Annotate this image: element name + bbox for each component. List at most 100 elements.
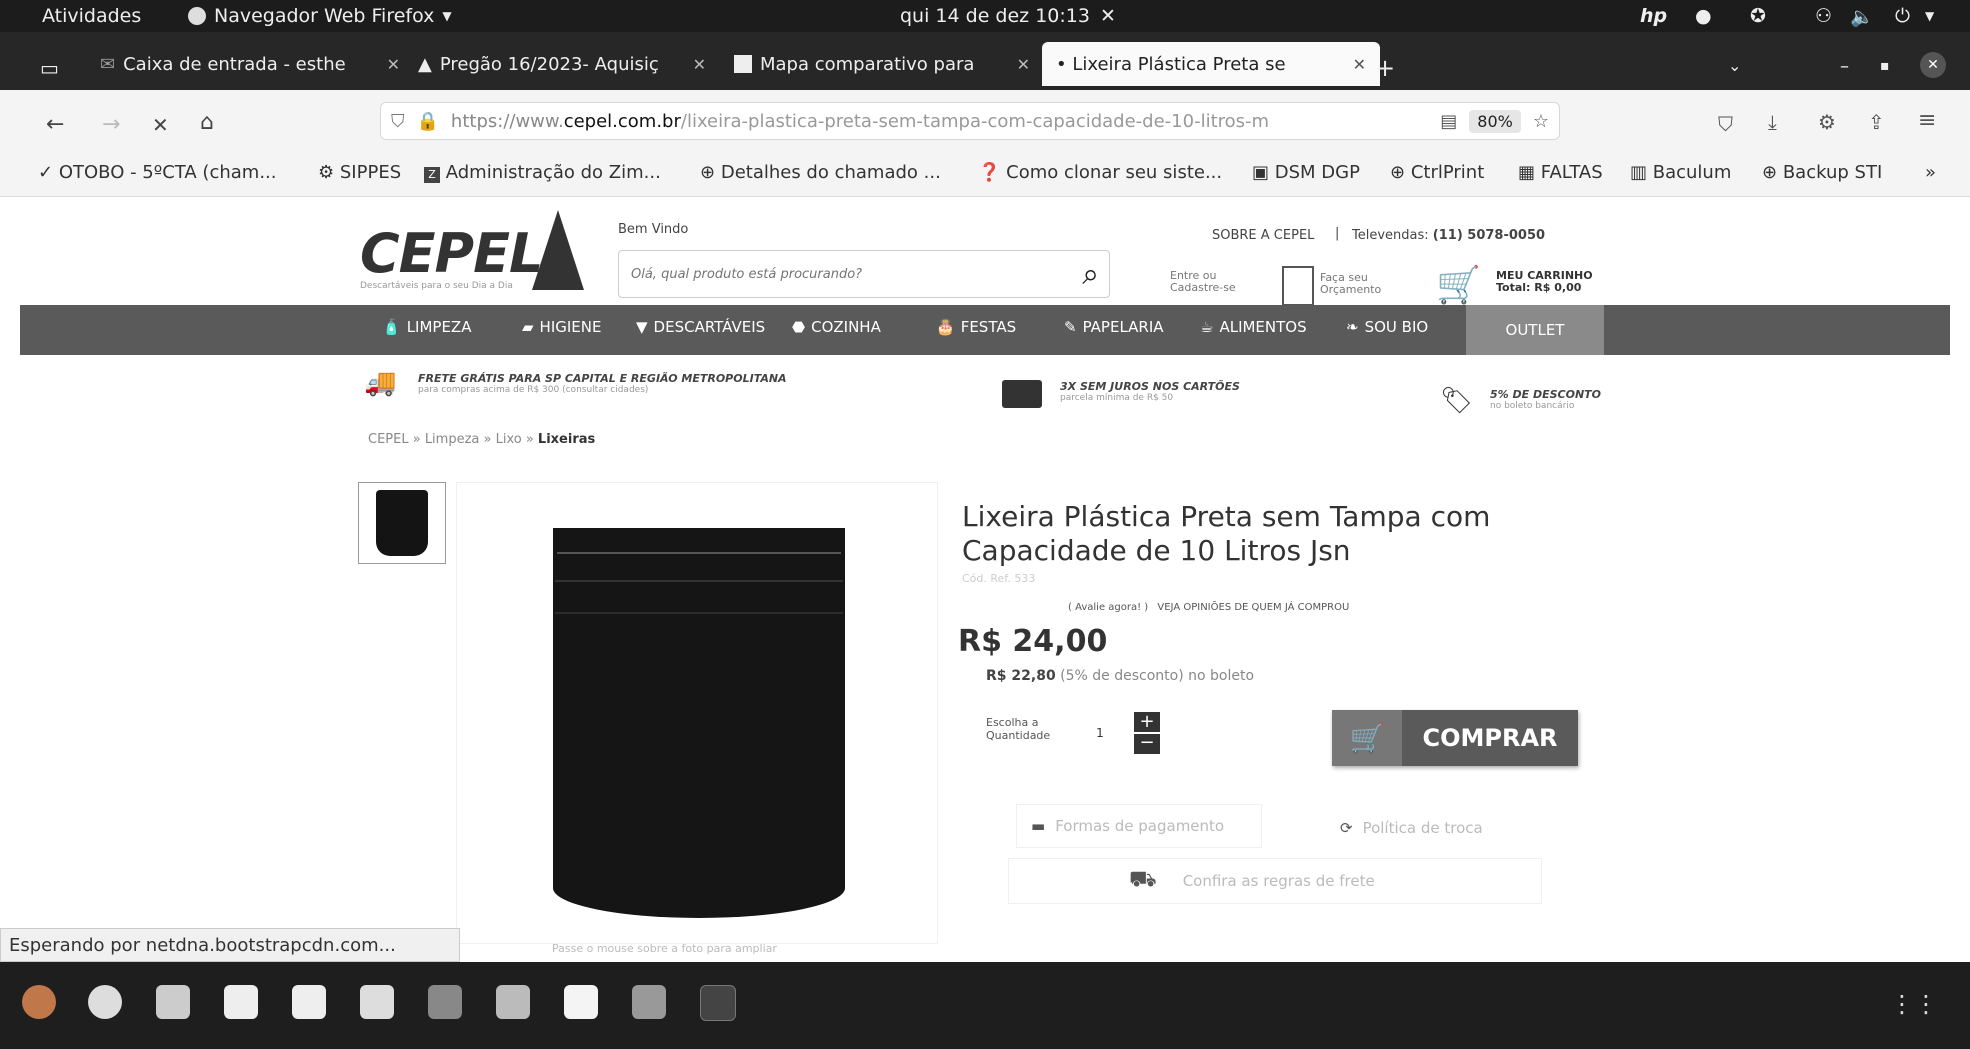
cart-icon[interactable]: 🛒 <box>1436 264 1481 306</box>
hp-tray-icon[interactable]: hp <box>1640 5 1667 27</box>
bookmark-item[interactable]: ▦ FALTAS <box>1518 162 1603 183</box>
search-input[interactable] <box>629 265 1083 283</box>
tab-overflow-chevron-icon[interactable]: ⌄ <box>1728 56 1741 75</box>
bookmarks-overflow-icon[interactable]: » <box>1925 162 1936 183</box>
search-box[interactable]: ⌕ <box>618 250 1110 298</box>
close-tab-icon[interactable]: ✕ <box>693 55 706 74</box>
terminal-dock-icon[interactable] <box>700 985 736 1021</box>
zoom-level[interactable]: 80% <box>1469 109 1521 133</box>
bookmark-star-icon[interactable]: ☆ <box>1533 111 1549 132</box>
bookmark-item[interactable]: ✓ OTOBO - 5ºCTA (cham... <box>38 162 277 183</box>
rewards-tray-icon[interactable]: ✪ <box>1750 5 1766 27</box>
product-thumbnail[interactable] <box>358 482 446 564</box>
tab-inbox[interactable]: ✉ Caixa de entrada - esthe ✕ <box>100 42 400 86</box>
quantity-input[interactable]: 1 <box>1086 720 1114 746</box>
app-menu[interactable]: Navegador Web Firefox ▼ <box>188 5 452 27</box>
home-icon[interactable]: ⌂ <box>200 110 214 135</box>
downloads-icon[interactable]: ⤓ <box>1768 110 1777 134</box>
nav-outlet[interactable]: OUTLET <box>1466 305 1604 355</box>
calculator-icon[interactable] <box>1282 266 1314 306</box>
product-image-frame[interactable] <box>456 482 938 944</box>
bookmark-item[interactable]: ▣ DSM DGP <box>1252 162 1360 183</box>
login-link[interactable]: Entre ou Cadastre-se <box>1170 269 1240 294</box>
maximize-icon[interactable]: ▪ <box>1880 58 1890 74</box>
clock[interactable]: qui 14 de dez 10:13 <box>900 5 1090 27</box>
close-tab-icon[interactable]: ✕ <box>387 55 400 74</box>
bookmark-item[interactable]: ❓ Como clonar seu siste... <box>978 162 1222 183</box>
package-dock-icon[interactable] <box>496 985 530 1019</box>
qty-minus-button[interactable]: − <box>1134 734 1160 754</box>
reviews-link[interactable]: VEJA OPINIÕES DE QUEM JÁ COMPROU <box>1157 602 1349 613</box>
url-bar[interactable]: ⛉ 🔒 https://www.cepel.com.br/lixeira-pla… <box>380 102 1560 140</box>
nav-limpeza[interactable]: 🧴 LIMPEZA <box>382 318 471 336</box>
breadcrumb-item[interactable]: CEPEL <box>368 432 409 447</box>
forward-icon[interactable]: → <box>102 112 120 137</box>
reader-view-icon[interactable]: ▤ <box>1440 111 1457 132</box>
breadcrumb-item[interactable]: Lixo <box>496 432 522 447</box>
chat-tray-icon[interactable]: ● <box>1695 5 1712 27</box>
notes-dock-icon[interactable] <box>564 985 598 1019</box>
system-menu-caret-icon[interactable]: ▼ <box>1925 9 1934 23</box>
close-tab-icon[interactable]: ✕ <box>1017 55 1030 74</box>
nav-sou-bio[interactable]: ❧ SOU BIO <box>1346 318 1428 336</box>
firefox-dock-icon[interactable] <box>22 985 56 1019</box>
about-link[interactable]: SOBRE A CEPEL <box>1212 228 1314 243</box>
url-text[interactable]: https://www.cepel.com.br/lixeira-plastic… <box>451 111 1428 132</box>
product-ref: Cód. Ref. 533 <box>962 572 1036 585</box>
shield-icon[interactable]: ⛉ <box>391 111 405 132</box>
nav-papelaria[interactable]: ✎ PAPELARIA <box>1064 318 1164 336</box>
qty-plus-button[interactable]: + <box>1134 712 1160 732</box>
monitor-dock-icon[interactable] <box>428 985 462 1019</box>
breadcrumb-item[interactable]: Limpeza <box>425 432 480 447</box>
close-tab-icon[interactable]: ✕ <box>1353 55 1366 74</box>
screenshot-dock-icon[interactable] <box>632 985 666 1019</box>
quote-link[interactable]: Faça seu Orçamento <box>1320 271 1400 296</box>
nav-higiene[interactable]: ▰ HIGIENE <box>522 318 601 336</box>
pocket-icon[interactable]: ⛉ <box>1718 112 1733 136</box>
network-icon[interactable]: ⚇ <box>1815 5 1832 27</box>
new-tab-icon[interactable]: + <box>1375 54 1395 82</box>
tab-lixeira-active[interactable]: • Lixeira Plástica Preta se ✕ <box>1042 42 1380 86</box>
nav-cozinha[interactable]: ⬣ COZINHA <box>792 318 881 336</box>
bookmark-item[interactable]: ⚙ SIPPES <box>318 162 401 183</box>
title-line: Capacidade de 10 Litros Jsn <box>962 533 1351 567</box>
activities-button[interactable]: Atividades <box>42 5 141 27</box>
back-icon[interactable]: ← <box>46 112 64 137</box>
power-icon[interactable]: ⏻ <box>1895 5 1910 27</box>
nav-alimentos[interactable]: ☕ ALIMENTOS <box>1200 318 1307 336</box>
bookmark-item[interactable]: ⊕ Backup STI <box>1762 162 1882 183</box>
nav-festas[interactable]: 🎂 FESTAS <box>936 318 1016 336</box>
share-icon[interactable]: ⇪ <box>1868 110 1885 134</box>
close-window-icon[interactable]: ✕ <box>1920 52 1946 78</box>
lock-icon[interactable]: 🔒 <box>417 111 439 132</box>
exchange-policy-link[interactable]: ⟳ Política de troca <box>1330 806 1550 850</box>
shipping-rules-link[interactable]: ⛟ Confira as regras de frete <box>1008 858 1542 904</box>
bookmark-item[interactable]: ⊕ Detalhes do chamado ... <box>700 162 941 183</box>
tab-list-icon[interactable]: ▭ <box>40 56 59 80</box>
tab-mapa[interactable]: Mapa comparativo para ✕ <box>734 42 1030 86</box>
cart-summary[interactable]: MEU CARRINHO Total: R$ 0,00 <box>1496 269 1593 294</box>
chrome-dock-icon[interactable] <box>88 985 122 1019</box>
hamburger-menu-icon[interactable]: ≡ <box>1918 108 1936 133</box>
search-icon[interactable]: ⌕ <box>1082 257 1099 292</box>
buy-button[interactable]: 🛒 COMPRAR <box>1332 710 1578 766</box>
stop-icon[interactable]: ✕ <box>152 113 169 137</box>
extensions-icon[interactable]: ⚙ <box>1818 110 1836 134</box>
bookmark-item[interactable]: ⊕ CtrlPrint <box>1390 162 1484 183</box>
app-grid-icon[interactable]: ⋮⋮ <box>1890 990 1938 1018</box>
bookmark-item[interactable]: ▥ Baculum <box>1630 162 1731 183</box>
bookmark-item[interactable]: Z Administração do Zim... <box>424 162 661 183</box>
site-logo[interactable]: CEPEL Descartáveis para o seu Dia a Dia <box>360 222 543 291</box>
truck-icon: ⛟ <box>1129 867 1157 892</box>
payment-methods-link[interactable]: ▬ Formas de pagamento <box>1016 804 1262 848</box>
tab-pregao[interactable]: ▲ Pregão 16/2023- Aquisiç ✕ <box>418 42 706 86</box>
document-dock-icon[interactable] <box>292 985 326 1019</box>
spreadsheet-dock-icon[interactable] <box>224 985 258 1019</box>
pdf-dock-icon[interactable] <box>360 985 394 1019</box>
nav-descartaveis[interactable]: ▼ DESCARTÁVEIS <box>636 318 765 336</box>
rate-link[interactable]: ( Avalie agora! ) <box>1068 602 1148 613</box>
tab-label: Pregão 16/2023- Aquisiç <box>439 53 659 75</box>
minimize-icon[interactable]: – <box>1840 56 1849 77</box>
volume-icon[interactable]: 🔈 <box>1850 5 1874 28</box>
files-dock-icon[interactable] <box>156 985 190 1019</box>
